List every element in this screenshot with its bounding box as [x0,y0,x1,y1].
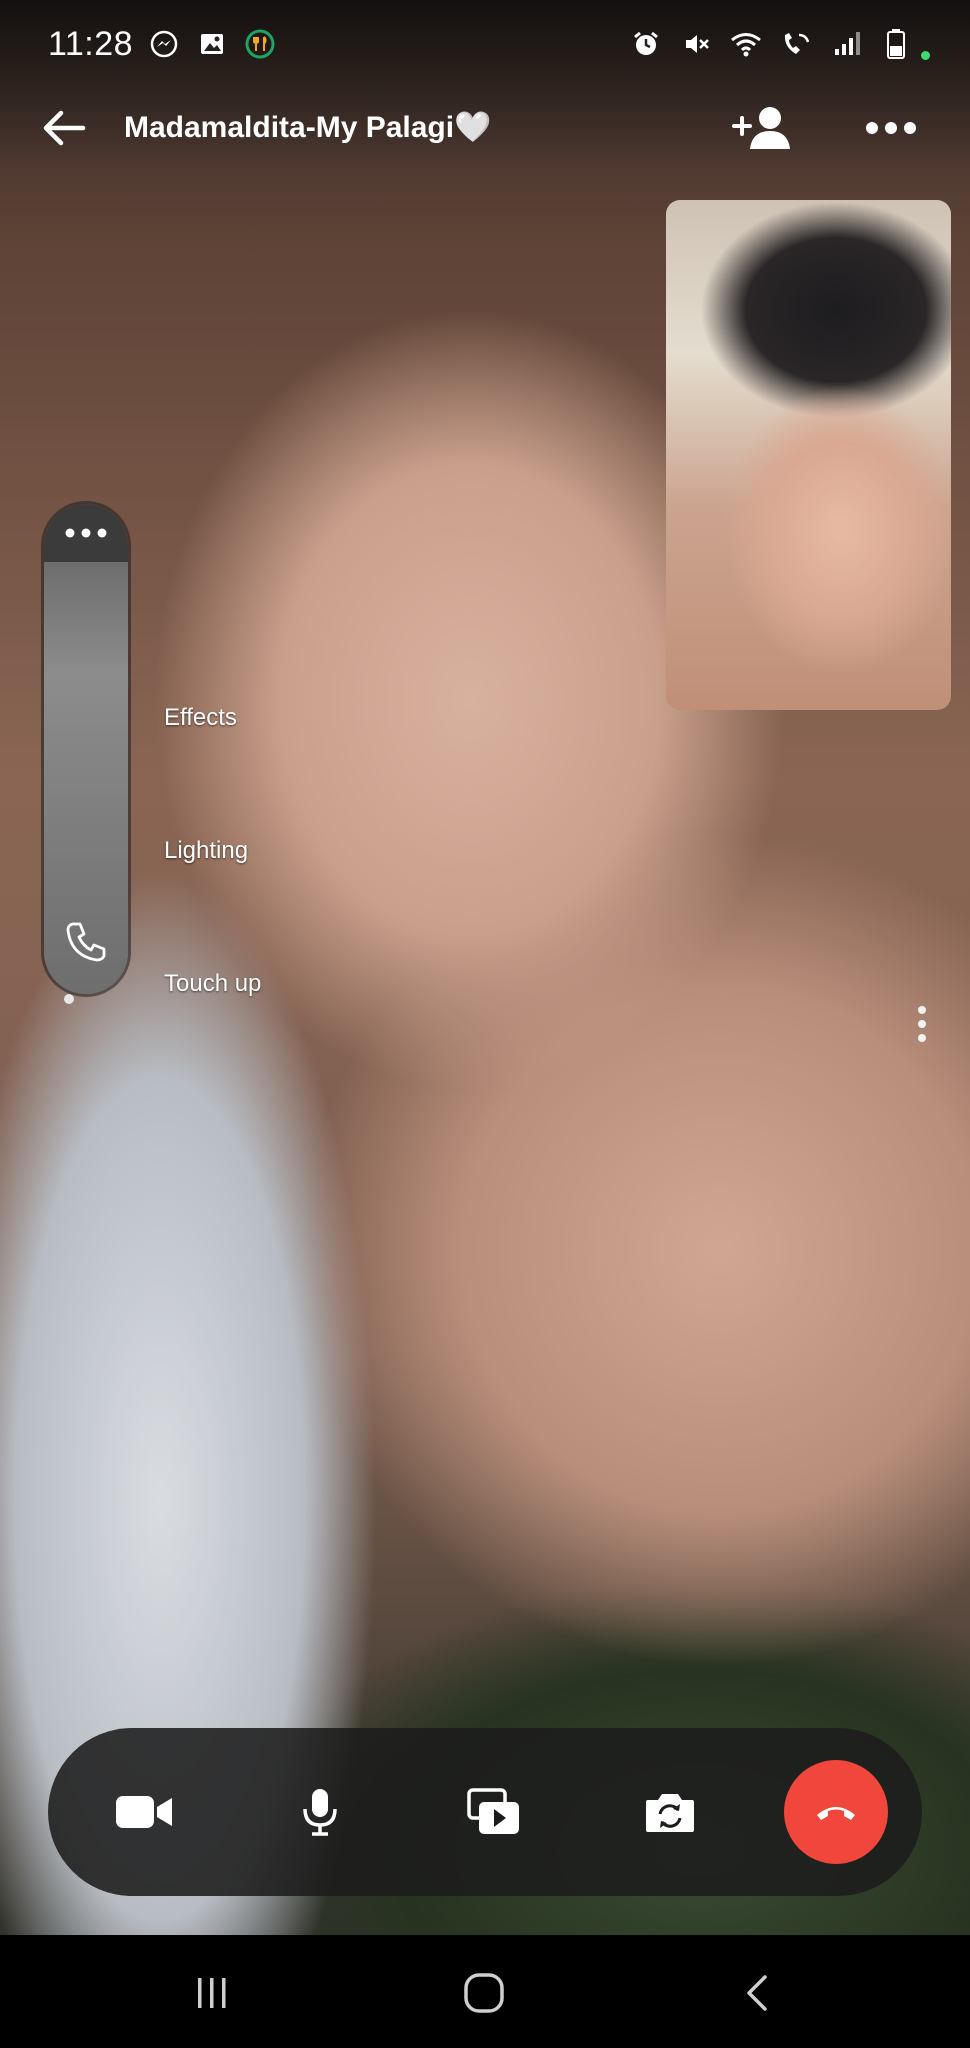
self-view-video[interactable] [666,200,951,710]
effects-option[interactable]: Effects [164,704,237,732]
home-button[interactable] [454,1963,514,2023]
camera-toggle-button[interactable] [104,1772,184,1852]
add-person-icon [732,107,790,149]
messenger-icon [147,27,181,61]
microphone-button[interactable] [280,1772,360,1852]
back-button[interactable] [34,98,94,158]
status-indicator-dot [921,50,930,60]
more-vertical-dot [918,1020,926,1028]
wifi-icon [729,27,763,61]
phone-icon [66,922,106,962]
wifi-calling-icon [779,27,813,61]
status-bar: 11:28 [0,0,970,88]
more-options-button[interactable] [856,98,926,158]
status-right [629,27,930,61]
status-left: 11:28 [48,25,277,64]
add-person-button[interactable] [728,98,798,158]
share-media-icon [467,1788,519,1834]
signal-icon [829,27,863,61]
nav-back-button[interactable] [726,1963,786,2023]
gallery-icon [195,27,229,61]
flip-camera-icon [646,1794,694,1832]
rail-more-button[interactable] [44,504,128,562]
navigation-bar [0,1935,970,2048]
more-vertical-dot [918,1034,926,1042]
more-horizontal-icon [65,528,107,538]
more-vertical-button[interactable] [910,1000,934,1048]
end-call-icon [817,1807,855,1820]
more-horizontal-icon [866,122,916,134]
flip-camera-button[interactable] [630,1772,710,1852]
mute-icon [679,27,713,61]
end-call-button[interactable] [784,1760,888,1864]
more-vertical-dot [918,1006,926,1014]
recent-apps-button[interactable] [182,1963,242,2023]
back-arrow-icon [43,110,86,146]
rail-call-button[interactable] [58,914,114,970]
status-time: 11:28 [48,24,134,63]
food-app-icon [243,27,277,61]
call-control-bar [48,1728,922,1896]
microphone-icon [303,1789,337,1836]
back-icon [747,1975,767,2011]
share-media-button[interactable] [454,1772,534,1852]
touch-up-option[interactable]: Touch up [164,970,261,998]
rail-indicator-dot [64,994,74,1004]
recent-apps-icon [198,1978,226,2008]
battery-icon [879,27,913,61]
lighting-option[interactable]: Lighting [164,837,248,865]
call-header: Madamaldita-My Palagi🤍 [0,90,970,166]
alarm-icon [629,27,663,61]
home-icon [464,1973,504,2013]
side-control-rail[interactable] [44,504,128,994]
video-camera-icon [116,1796,172,1828]
call-title: Madamaldita-My Palagi🤍 [124,111,492,144]
